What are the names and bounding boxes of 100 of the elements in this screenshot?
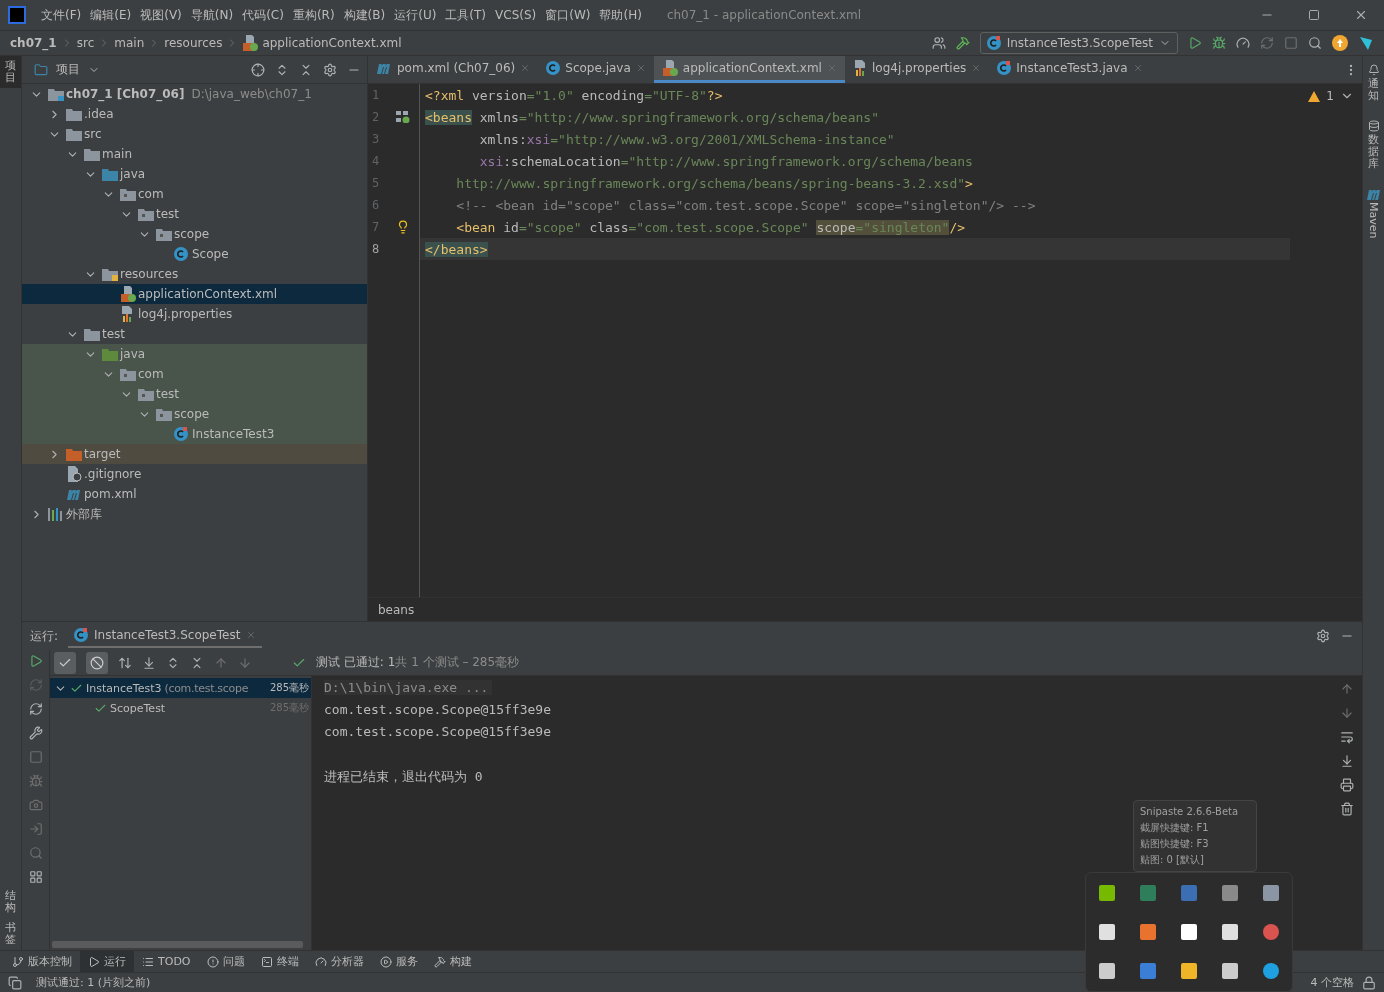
breadcrumb-item[interactable]: main xyxy=(114,36,145,50)
wrap-icon[interactable] xyxy=(1340,730,1354,744)
tree-item[interactable]: applicationContext.xml xyxy=(22,284,367,304)
side-tool-tab[interactable]: 书签 xyxy=(0,917,21,950)
warning-icon[interactable] xyxy=(1308,90,1321,102)
tree-item[interactable]: java xyxy=(22,344,367,364)
tool-window-tab[interactable]: TODO xyxy=(134,951,199,972)
menu-item[interactable]: 窗口(W) xyxy=(541,3,595,27)
search-icon[interactable] xyxy=(1308,36,1322,50)
next-icon[interactable] xyxy=(238,655,252,670)
tool-window-tab[interactable]: 终端 xyxy=(252,951,307,972)
side-tool-tab[interactable]: 数据库 xyxy=(1365,116,1382,175)
panel-title[interactable]: 项目 xyxy=(56,61,80,78)
tree-item[interactable]: scope xyxy=(22,404,367,424)
menu-item[interactable]: 工具(T) xyxy=(441,3,491,27)
update-icon[interactable] xyxy=(1332,35,1348,51)
tree-item[interactable]: target xyxy=(22,444,367,464)
users-icon[interactable] xyxy=(931,36,946,50)
run-tab[interactable]: InstanceTest3.ScopeTest xyxy=(68,624,263,648)
tree-item[interactable]: log4j.properties xyxy=(22,304,367,324)
menu-item[interactable]: 导航(N) xyxy=(186,3,238,27)
tray-app-icon[interactable] xyxy=(1098,884,1115,901)
side-tool-tab[interactable]: Maven xyxy=(1363,184,1384,243)
tray-app-icon[interactable] xyxy=(1098,924,1115,940)
breadcrumb-item[interactable]: ch07_1 xyxy=(10,36,57,50)
tool-window-tab[interactable]: 服务 xyxy=(371,951,426,972)
tool-window-tab[interactable]: 运行 xyxy=(80,951,134,972)
tool-window-tab[interactable]: 分析器 xyxy=(306,951,372,972)
print-icon[interactable] xyxy=(1340,778,1354,792)
bean-marker-icon[interactable] xyxy=(396,111,410,123)
editor-tab[interactable]: pom.xml (Ch07_06) xyxy=(368,56,539,83)
tray-app-icon[interactable] xyxy=(1098,963,1115,980)
tree-item[interactable]: test xyxy=(22,324,367,344)
tool-window-tab[interactable]: 版本控制 xyxy=(4,951,80,972)
tree-item[interactable]: 外部库 xyxy=(22,504,367,524)
side-tool-tab[interactable]: 项目 xyxy=(0,56,21,89)
tree-item[interactable]: test xyxy=(22,384,367,404)
tree-item[interactable]: com xyxy=(22,364,367,384)
tree-item[interactable]: .gitignore xyxy=(22,464,367,484)
lightbulb-icon[interactable] xyxy=(396,220,410,234)
collapse-all-icon[interactable] xyxy=(190,655,204,670)
tray-app-icon[interactable] xyxy=(1222,963,1239,980)
breadcrumb-item[interactable]: applicationContext.xml xyxy=(262,36,402,50)
layout-icon[interactable] xyxy=(8,975,22,990)
down-icon[interactable] xyxy=(1340,706,1354,720)
tool-window-tab[interactable]: 问题 xyxy=(198,951,253,972)
menu-item[interactable]: 编辑(E) xyxy=(86,3,136,27)
tray-app-icon[interactable] xyxy=(1263,884,1280,901)
menu-item[interactable]: 视图(V) xyxy=(136,3,186,27)
show-ignored-button[interactable] xyxy=(86,651,108,674)
tree-item[interactable]: InstanceTest3 xyxy=(22,424,367,444)
rerun-icon[interactable] xyxy=(28,654,43,668)
tree-item[interactable]: scope xyxy=(22,224,367,244)
collapse-all-icon[interactable] xyxy=(299,62,313,77)
editor-tab[interactable]: log4j.properties xyxy=(844,56,990,83)
tray-app-icon[interactable] xyxy=(1263,963,1280,980)
previous-icon[interactable] xyxy=(214,655,228,670)
tree-item[interactable]: ch07_1 [Ch07_06] D:\java_web\ch07_1 xyxy=(22,84,367,104)
tree-item[interactable]: resources xyxy=(22,264,367,284)
tree-item[interactable]: main xyxy=(22,144,367,164)
debug-icon[interactable] xyxy=(1212,36,1226,50)
wrench-icon[interactable] xyxy=(28,726,43,740)
tree-item[interactable]: pom.xml xyxy=(22,484,367,504)
editor-tab[interactable]: applicationContext.xml xyxy=(653,56,845,83)
camera-icon[interactable] xyxy=(28,798,43,812)
tree-item[interactable]: com xyxy=(22,184,367,204)
settings-icon[interactable] xyxy=(323,62,337,77)
breadcrumb-item[interactable]: beans xyxy=(378,602,415,617)
scrollbar[interactable] xyxy=(52,941,303,948)
trash-icon[interactable] xyxy=(1340,802,1354,816)
menu-item[interactable]: 帮助(H) xyxy=(595,3,646,27)
tree-item[interactable]: java xyxy=(22,164,367,184)
menu-item[interactable]: VCS(S) xyxy=(491,5,541,25)
menu-item[interactable]: 构建(B) xyxy=(339,3,390,27)
lock-icon[interactable] xyxy=(1362,975,1376,990)
menu-item[interactable]: 重构(R) xyxy=(288,3,339,27)
editor-tab[interactable]: InstanceTest3.java xyxy=(989,56,1151,83)
hammer-icon[interactable] xyxy=(955,36,970,50)
run-config-dropdown[interactable]: InstanceTest3.ScopeTest xyxy=(979,32,1178,54)
side-tool-tab[interactable]: 结构 xyxy=(0,885,21,918)
side-tool-tab[interactable]: 通知 xyxy=(1365,60,1382,107)
tree-item[interactable]: src xyxy=(22,124,367,144)
locate-icon[interactable] xyxy=(251,62,265,77)
show-passed-button[interactable] xyxy=(54,651,76,674)
tree-item[interactable]: .idea xyxy=(22,104,367,124)
tree-item[interactable]: test xyxy=(22,204,367,224)
layout-icon[interactable] xyxy=(28,870,43,884)
debug-icon[interactable] xyxy=(28,774,43,788)
indent-setting[interactable]: 4 个空格 xyxy=(1310,975,1354,990)
run-icon[interactable] xyxy=(1188,36,1202,50)
editor-tab[interactable]: Scope.java xyxy=(538,56,654,83)
menu-item[interactable]: 运行(U) xyxy=(390,3,441,27)
tray-app-icon[interactable] xyxy=(1139,924,1156,940)
settings-icon[interactable] xyxy=(1316,629,1330,643)
sort-icon[interactable] xyxy=(118,655,132,670)
tree-item[interactable]: Scope xyxy=(22,244,367,264)
test-item[interactable]: InstanceTest3 (com.test.scope 285毫秒 xyxy=(50,678,311,698)
scroll-end-icon[interactable] xyxy=(1340,754,1354,768)
breadcrumb-item[interactable]: src xyxy=(76,36,95,50)
menu-item[interactable]: 文件(F) xyxy=(37,3,86,27)
